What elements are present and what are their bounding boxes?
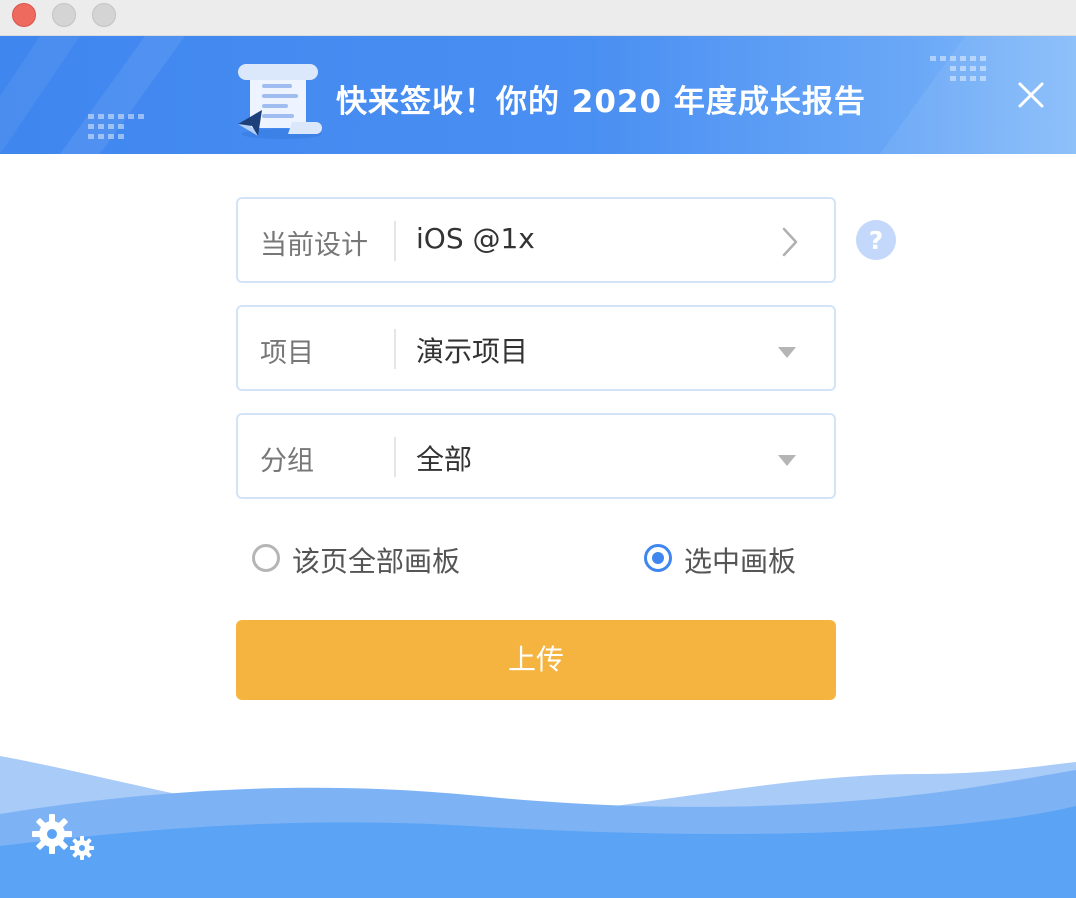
field-divider: [394, 437, 396, 477]
group-label: 分组: [260, 446, 314, 477]
radio-unselected-icon[interactable]: [252, 544, 280, 572]
project-label: 项目: [260, 338, 314, 369]
radio-selected-artboards-label: 选中画板: [684, 545, 797, 578]
upload-window: 快来签收！你的 2020 年度成长报告 当前设计 iOS @1x ? 项目 演示…: [0, 0, 1076, 898]
title-bar: [0, 0, 1076, 36]
gears-icon[interactable]: [30, 812, 98, 864]
current-design-label: 当前设计: [260, 230, 368, 261]
help-icon-glyph: ?: [869, 226, 884, 255]
window-zoom-button[interactable]: [92, 3, 116, 27]
project-select[interactable]: 项目 演示项目: [236, 305, 836, 391]
radio-selected-icon[interactable]: [644, 544, 672, 572]
upload-button[interactable]: 上传: [236, 620, 836, 700]
report-scroll-icon: [238, 64, 322, 139]
project-value: 演示项目: [416, 335, 529, 368]
field-divider: [394, 221, 396, 261]
window-minimize-button[interactable]: [52, 3, 76, 27]
chevron-right-icon[interactable]: [778, 225, 802, 259]
banner-title[interactable]: 快来签收！你的 2020 年度成长报告: [336, 76, 866, 121]
field-divider: [394, 329, 396, 369]
close-icon[interactable]: [1010, 74, 1052, 116]
dropdown-arrow-icon[interactable]: [776, 344, 798, 360]
promo-banner[interactable]: 快来签收！你的 2020 年度成长报告: [0, 36, 1076, 154]
help-icon[interactable]: ?: [856, 220, 896, 260]
window-close-button[interactable]: [12, 3, 36, 27]
wave-decoration: [0, 756, 1076, 898]
dropdown-arrow-icon[interactable]: [776, 452, 798, 468]
current-design-field[interactable]: 当前设计 iOS @1x: [236, 197, 836, 283]
current-design-value: iOS @1x: [416, 222, 535, 255]
radio-all-artboards-label: 该页全部画板: [292, 545, 461, 578]
group-select[interactable]: 分组 全部: [236, 413, 836, 499]
group-value: 全部: [416, 443, 473, 476]
